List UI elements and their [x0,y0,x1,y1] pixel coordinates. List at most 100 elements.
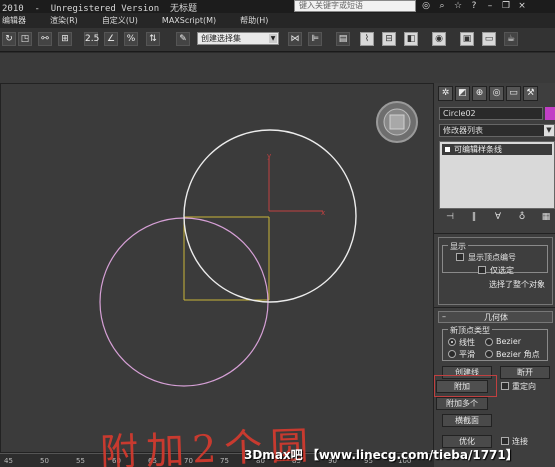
menu-item-editor[interactable]: 编辑器 [2,15,26,26]
favorites-icon[interactable]: ☆ [452,1,464,12]
scale-icon[interactable]: ◳ [18,32,32,46]
schematic-view-icon[interactable]: ⊟ [382,32,396,46]
modifier-stack: 可编辑样条线 [439,141,555,209]
reorient-label: 重定向 [512,382,536,391]
command-panel-tabs: ✲ ◩ ⊕ ◎ ▭ ⚒ [438,86,538,102]
show-vertex-numbers-label: 显示顶点编号 [468,253,516,262]
menu-bar: 编辑器 渲染(R) 自定义(U) MAXScript(M) 帮助(H) [0,13,555,28]
render-frame-icon[interactable]: ▣ [460,32,474,46]
snap-toggle-button[interactable]: 2.5 [84,32,100,46]
object-color-swatch[interactable] [545,107,555,120]
modifier-list-label: 修改器列表 [443,126,483,135]
attach-button[interactable]: 附加 [436,380,488,393]
menu-item-help[interactable]: 帮助(H) [240,15,268,26]
make-unique-icon[interactable]: ∀ [492,211,504,223]
linear-label: 线性 [459,338,475,347]
command-panel: ✲ ◩ ⊕ ◎ ▭ ⚒ Circle02 修改器列表 ▼ 可编辑样条线 ⊣ ‖ … [434,83,555,467]
geometry-rollout-title: 几何体 [484,313,508,322]
curve-editor-icon[interactable]: ⌇ [360,32,374,46]
bezier-corner-radio[interactable] [485,350,493,358]
break-button[interactable]: 断开 [500,366,550,379]
selection-status-text: 选择了整个对象 [489,280,545,289]
stack-item-editable-spline[interactable]: 可编辑样条线 [442,144,552,155]
named-selection-value: 创建选择集 [201,34,241,43]
title-bar: 2010 - Unregistered Version 无标题 键入关键字或短语… [0,0,555,14]
bezier-corner-label: Bezier 角点 [496,350,540,359]
modifier-list-dropdown[interactable]: 修改器列表 ▼ [439,124,555,137]
restore-icon[interactable]: ❐ [500,1,512,12]
linear-radio[interactable] [448,338,456,346]
divider [434,307,555,308]
help-icon[interactable]: ? [468,1,480,12]
smooth-radio[interactable] [448,350,456,358]
remove-modifier-icon[interactable]: ♁ [516,211,528,223]
show-end-result-icon[interactable]: ‖ [468,211,480,223]
named-selection-dropdown[interactable]: 创建选择集 ▼ [197,32,279,45]
ruler-tick: 55 [76,457,85,465]
menu-item-customize[interactable]: 自定义(U) [102,15,138,26]
teapot-icon[interactable]: ☕ [504,32,518,46]
show-vertex-numbers-checkbox[interactable] [456,253,464,261]
modify-tab-icon[interactable]: ◩ [455,86,470,101]
main-toolbar: ↻ ◳ ⚯ ⊞ 2.5 ∠ % ⇅ ✎ 创建选择集 ▼ ⋈ ⊫ ▤ ⌇ ⊟ ◧ … [0,28,555,52]
render-setup-icon[interactable]: ◉ [432,32,446,46]
align-tool-icon[interactable]: ⊫ [308,32,322,46]
ruler-tick: 50 [40,457,49,465]
toolbar-gap [0,53,555,83]
transform-gizmo[interactable]: x y [267,152,325,217]
attach-multiple-button[interactable]: 附加多个 [436,397,488,410]
stack-item-label: 可编辑样条线 [454,145,502,154]
snap-label: 2.5 [85,34,100,44]
cross-section-button[interactable]: 横截面 [442,414,492,427]
bezier-label: Bezier [496,337,522,346]
bezier-radio[interactable] [485,338,493,346]
connect-checkbox[interactable] [501,437,509,445]
site-watermark: 3Dmax吧 【www.linecg.com/tieba/1771】 [244,448,518,462]
search-input[interactable]: 键入关键字或短语 [294,0,416,12]
utilities-tab-icon[interactable]: ⚒ [523,86,538,101]
hierarchy-tab-icon[interactable]: ⊕ [472,86,487,101]
new-vertex-type-title: 新顶点类型 [448,325,492,336]
selected-only-checkbox[interactable] [478,266,486,274]
divider [434,233,555,234]
create-tab-icon[interactable]: ✲ [438,86,453,101]
chevron-down-icon: ▼ [269,34,277,43]
svg-text:y: y [267,152,271,160]
align-icon[interactable]: ⊞ [58,32,72,46]
collapse-icon: – [442,312,446,321]
object-name-field[interactable]: Circle02 [439,107,543,120]
display-tab-icon[interactable]: ▭ [506,86,521,101]
chevron-down-icon: ▼ [544,125,554,136]
title-bar-icons: ◎ ⌕ ☆ ? – ❐ × [420,0,528,13]
configure-sets-icon[interactable]: ▦ [540,211,552,223]
search-icon[interactable]: ⌕ [436,1,448,12]
ruler-tick: 45 [4,457,13,465]
edit-named-selection-icon[interactable]: ✎ [176,32,190,46]
perspective-viewport[interactable]: x y [0,83,434,453]
viewport-canvas: x y [99,101,418,387]
layer-manager-icon[interactable]: ▤ [336,32,350,46]
selected-only-label: 仅选定 [490,266,514,275]
spinner-snap-icon[interactable]: ⇅ [146,32,160,46]
viewcube-icon[interactable] [376,101,418,143]
menu-item-maxscript[interactable]: MAXScript(M) [162,16,216,25]
svg-text:x: x [321,209,325,217]
mirror-icon[interactable]: ⋈ [288,32,302,46]
motion-tab-icon[interactable]: ◎ [489,86,504,101]
reorient-checkbox[interactable] [501,382,509,390]
percent-snap-icon[interactable]: % [124,32,138,46]
smooth-label: 平滑 [459,350,475,359]
angle-snap-icon[interactable]: ∠ [104,32,118,46]
link-icon[interactable]: ⚯ [38,32,52,46]
material-editor-icon[interactable]: ◧ [404,32,418,46]
menu-item-render[interactable]: 渲染(R) [50,15,78,26]
rotate-icon[interactable]: ↻ [2,32,16,46]
close-icon[interactable]: × [516,1,528,12]
pin-stack-icon[interactable]: ⊣ [444,211,456,223]
minimize-icon[interactable]: – [484,1,496,12]
binoculars-icon[interactable]: ◎ [420,1,432,12]
display-group-title: 显示 [448,241,468,252]
quick-render-icon[interactable]: ▭ [482,32,496,46]
stack-buttons: ⊣ ‖ ∀ ♁ ▦ [444,211,552,224]
expand-icon[interactable] [445,147,450,152]
